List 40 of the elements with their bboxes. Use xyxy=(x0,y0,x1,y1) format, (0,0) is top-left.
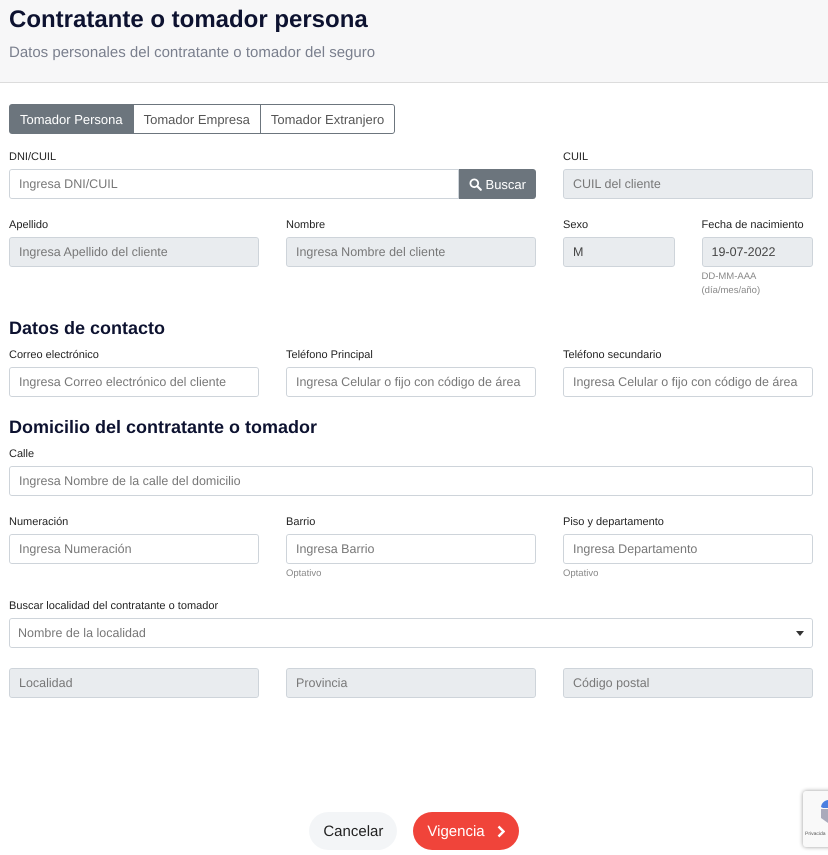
input-field[interactable]: Ingresa Departamento xyxy=(563,534,813,564)
field-label: Barrio xyxy=(286,516,316,528)
search-icon xyxy=(468,178,482,190)
input-field[interactable]: Ingresa Numeración xyxy=(9,534,259,564)
input-field[interactable]: Ingresa Nombre de la calle del domicilio xyxy=(9,466,813,496)
field-label: CUIL xyxy=(563,151,590,163)
search-button[interactable]: Buscar xyxy=(458,169,536,199)
field-label: Numeración xyxy=(9,516,70,528)
dropdown-field[interactable]: Nombre de la localidad xyxy=(9,618,813,648)
chevron-right-icon xyxy=(496,824,505,838)
tab[interactable]: Tomador Extranjero xyxy=(260,104,396,134)
tab[interactable]: Tomador Empresa xyxy=(132,104,261,134)
cancel-button[interactable]: Cancelar xyxy=(309,812,398,850)
field-label: Sexo xyxy=(563,219,590,231)
caret-icon xyxy=(796,630,804,636)
field-hint: DD-MM-AAA (día/mes/año) xyxy=(702,270,762,298)
section-heading: Datos de contacto xyxy=(9,318,166,339)
field-label: Buscar localidad del contratante o tomador xyxy=(9,600,220,612)
input-field[interactable]: Ingresa DNI/CUIL xyxy=(9,169,459,199)
input-field[interactable]: Ingresa Celular o fijo con código de área xyxy=(286,366,536,397)
tab[interactable]: Tomador Persona xyxy=(9,104,134,134)
field-label: Teléfono secundario xyxy=(563,348,662,361)
input-field[interactable]: Ingresa Celular o fijo con código de área xyxy=(563,366,813,397)
field-label: DNI/CUIL xyxy=(9,151,58,163)
page-title: Contratante o tomador persona xyxy=(9,6,369,34)
field-label: Apellido xyxy=(9,219,50,231)
field-hint: Optativo xyxy=(563,566,600,580)
input-field[interactable]: Ingresa Correo electrónico del cliente xyxy=(9,366,259,397)
field-label: Teléfono Principal xyxy=(286,348,374,361)
field-label: Calle xyxy=(9,448,36,460)
field-label: Fecha de nacimiento xyxy=(702,219,805,231)
field-label: Nombre xyxy=(286,219,326,231)
field-label: Correo electrónico xyxy=(9,348,100,361)
field-hint: Optativo xyxy=(286,566,322,580)
input-field[interactable]: Ingresa Barrio xyxy=(286,534,536,564)
field-label: Piso y departamento xyxy=(563,516,665,528)
section-heading: Domicilio del contratante o tomador xyxy=(9,416,318,438)
page-subtitle: Datos personales del contratante o tomador del seguro xyxy=(9,44,376,61)
recaptcha-icon xyxy=(821,797,828,823)
next-button[interactable]: Vigencia xyxy=(413,812,519,850)
